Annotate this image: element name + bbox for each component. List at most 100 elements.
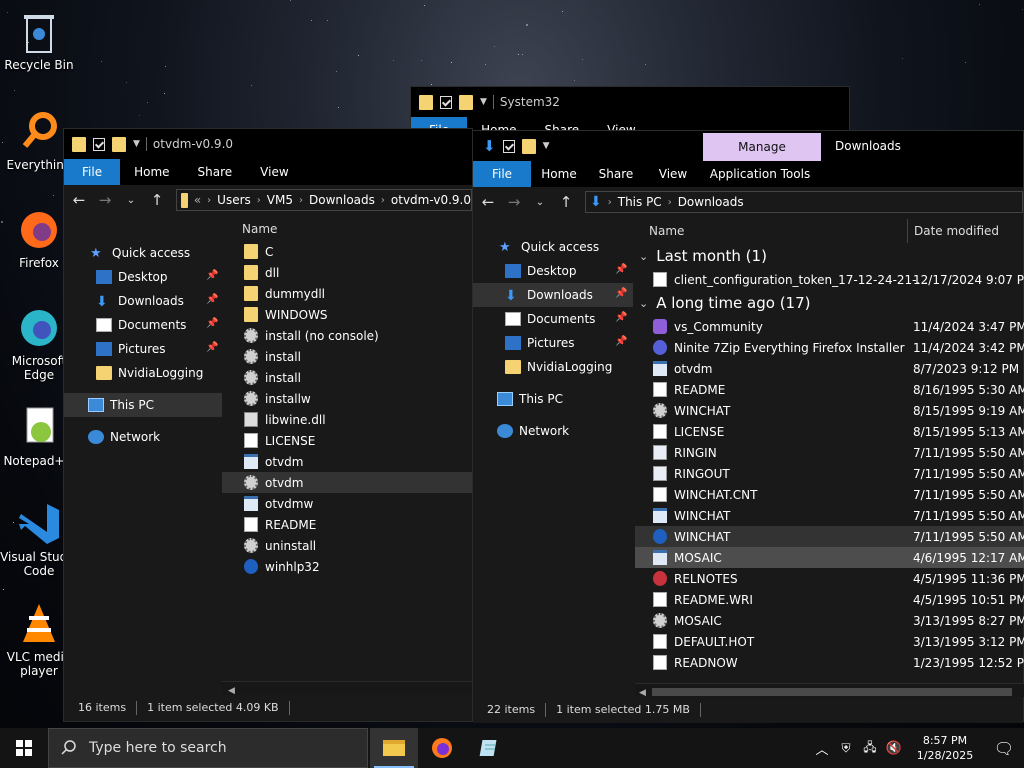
collapse-chevron-icon[interactable]: ⌄ (639, 297, 648, 310)
file-row[interactable]: README 8/16/1995 5:30 AM (635, 379, 1024, 400)
pin-icon[interactable]: 📌 (615, 312, 627, 323)
nav-item-quick-access[interactable]: ★ Quick access (473, 235, 633, 259)
nav-item-network[interactable]: Network (64, 425, 222, 449)
file-row[interactable]: WINDOWS (222, 304, 472, 325)
nav-item-pictures[interactable]: Pictures 📌 (473, 331, 633, 355)
pin-icon[interactable]: 📌 (206, 342, 218, 353)
ribbon-tab-share[interactable]: Share (184, 159, 247, 185)
breadcrumb-item[interactable]: VM5 (267, 193, 293, 207)
nav-item-network[interactable]: Network (473, 419, 633, 443)
file-row[interactable]: WINCHAT 7/11/1995 5:50 AM (635, 505, 1024, 526)
file-row[interactable]: WINCHAT 7/11/1995 5:50 AM (635, 526, 1024, 547)
nav-item-this-pc[interactable]: This PC (64, 393, 222, 417)
new-folder-icon[interactable] (112, 136, 126, 152)
manage-contextual-tab[interactable]: Manage (703, 133, 821, 161)
ribbon-tab-view[interactable]: View (246, 159, 302, 185)
explorer-window-downloads[interactable]: ⬇ ▼ Manage Downloads File Home Share View App… (472, 130, 1024, 723)
pin-icon[interactable]: 📌 (206, 318, 218, 329)
pin-icon[interactable]: 📌 (206, 294, 218, 305)
file-row[interactable]: MOSAIC 3/13/1995 8:27 PM (635, 610, 1024, 631)
breadcrumb-item[interactable]: Downloads (678, 195, 744, 209)
file-row[interactable]: otvdm (222, 472, 472, 493)
file-row[interactable]: LICENSE 8/15/1995 5:13 AM (635, 421, 1024, 442)
chevron-down-icon[interactable]: ▼ (480, 97, 487, 107)
system32-titlebar[interactable]: ▼ System32 (411, 87, 849, 117)
taskbar-firefox[interactable] (418, 728, 466, 768)
scroll-thumb[interactable] (651, 687, 1012, 696)
up-arrow-icon[interactable]: ↑ (559, 193, 573, 211)
back-arrow-icon[interactable]: ← (481, 193, 495, 211)
file-row[interactable]: DEFAULT.HOT 3/13/1995 3:12 PM (635, 631, 1024, 652)
file-row[interactable]: otvdmw (222, 493, 472, 514)
file-row[interactable]: WINCHAT 8/15/1995 9:19 AM (635, 400, 1024, 421)
ribbon-tab-application-tools[interactable]: Application Tools (701, 161, 819, 187)
breadcrumb-item[interactable]: This PC (618, 195, 662, 209)
file-row[interactable]: install (no console) (222, 325, 472, 346)
nav-item-nvidialogging[interactable]: NvidiaLogging (64, 361, 222, 385)
network-status-icon[interactable]: 🖧 (858, 738, 882, 759)
window-titlebar[interactable]: ⬇ ▼ Manage Downloads (473, 131, 1023, 161)
file-row[interactable]: MOSAIC 4/6/1995 12:17 AM (635, 547, 1024, 568)
nav-item-quick-access[interactable]: ★ Quick access (64, 241, 222, 265)
desktop-icon-recycle-bin[interactable]: Recycle Bin (0, 8, 78, 72)
recent-locations-chevron-icon[interactable]: ⌄ (124, 195, 138, 206)
ribbon-tab-file[interactable]: File (64, 159, 121, 185)
file-row[interactable]: WINCHAT.CNT 7/11/1995 5:50 AM (635, 484, 1024, 505)
nav-item-this-pc[interactable]: This PC (473, 387, 633, 411)
column-header-date-modified[interactable]: Date modified (907, 219, 999, 243)
explorer-window-otvdm[interactable]: ▼ otvdm-v0.9.0 File Home Share View ← → ⌄ ↑… (63, 128, 473, 722)
file-row[interactable]: vs_Community 11/4/2024 3:47 PM (635, 316, 1024, 337)
pin-icon[interactable]: 📌 (615, 336, 627, 347)
new-folder-icon[interactable] (459, 94, 473, 110)
file-group-header[interactable]: ⌄ A long time ago (17) (635, 290, 1024, 316)
nav-item-desktop[interactable]: Desktop 📌 (473, 259, 633, 283)
recent-locations-chevron-icon[interactable]: ⌄ (533, 197, 547, 208)
pin-icon[interactable]: 📌 (206, 270, 218, 281)
ribbon-tab-view[interactable]: View (645, 161, 701, 187)
file-row[interactable]: otvdm (222, 451, 472, 472)
address-path[interactable]: « › Users › VM5 › Downloads › otvdm-v0.9.0 (176, 189, 472, 211)
back-arrow-icon[interactable]: ← (72, 191, 86, 209)
properties-icon[interactable] (440, 95, 452, 109)
window-titlebar[interactable]: ▼ otvdm-v0.9.0 (64, 129, 472, 159)
file-row[interactable]: LICENSE (222, 430, 472, 451)
breadcrumb-item[interactable]: Downloads (309, 193, 375, 207)
horizontal-scrollbar[interactable]: ◀ (635, 683, 1024, 698)
nav-item-downloads[interactable]: ⬇ Downloads 📌 (473, 283, 633, 307)
horizontal-scrollbar[interactable]: ◀ (222, 681, 472, 696)
column-header-name[interactable]: Name (649, 224, 684, 238)
system32-window[interactable]: ▼ System32 FileHomeShareView (410, 86, 850, 143)
forward-arrow-icon[interactable]: → (98, 191, 112, 209)
chevron-down-icon[interactable]: ▼ (543, 141, 550, 151)
taskbar-search-box[interactable]: Type here to search (48, 728, 368, 768)
nav-item-nvidialogging[interactable]: NvidiaLogging (473, 355, 633, 379)
taskbar-notepad[interactable] (466, 728, 514, 768)
nav-item-documents[interactable]: Documents 📌 (64, 313, 222, 337)
ribbon-tab-share[interactable]: Share (587, 161, 645, 187)
file-row[interactable]: C (222, 241, 472, 262)
security-warning-icon[interactable]: ⛨ (834, 741, 858, 756)
file-row[interactable]: otvdm 8/7/2023 9:12 PM (635, 358, 1024, 379)
up-arrow-icon[interactable]: ↑ (150, 191, 164, 209)
file-row[interactable]: dll (222, 262, 472, 283)
file-row[interactable]: dummydll (222, 283, 472, 304)
file-row[interactable]: RINGOUT 7/11/1995 5:50 AM (635, 463, 1024, 484)
nav-item-desktop[interactable]: Desktop 📌 (64, 265, 222, 289)
file-row[interactable]: installw (222, 388, 472, 409)
column-header-name[interactable]: Name ⌃ (222, 217, 472, 241)
show-hidden-icons-chevron-icon[interactable]: ︿ (810, 739, 834, 758)
breadcrumb-item[interactable]: Users (217, 193, 251, 207)
address-path[interactable]: ⬇ › This PC › Downloads (585, 191, 1023, 213)
file-row[interactable]: RINGIN 7/11/1995 5:50 AM (635, 442, 1024, 463)
clock[interactable]: 8:57 PM 1/28/2025 (906, 733, 984, 763)
breadcrumb-item[interactable]: « (194, 193, 201, 207)
ribbon-tab-home[interactable]: Home (531, 161, 587, 187)
file-row[interactable]: libwine.dll (222, 409, 472, 430)
file-row[interactable]: Ninite 7Zip Everything Firefox Installer… (635, 337, 1024, 358)
nav-item-downloads[interactable]: ⬇ Downloads 📌 (64, 289, 222, 313)
file-row[interactable]: RELNOTES 4/5/1995 11:36 PM (635, 568, 1024, 589)
taskbar-file-explorer[interactable] (370, 728, 418, 768)
chevron-down-icon[interactable]: ▼ (133, 139, 140, 149)
file-row[interactable]: winhlp32 (222, 556, 472, 577)
file-group-header[interactable]: ⌄ Last month (1) (635, 243, 1024, 269)
